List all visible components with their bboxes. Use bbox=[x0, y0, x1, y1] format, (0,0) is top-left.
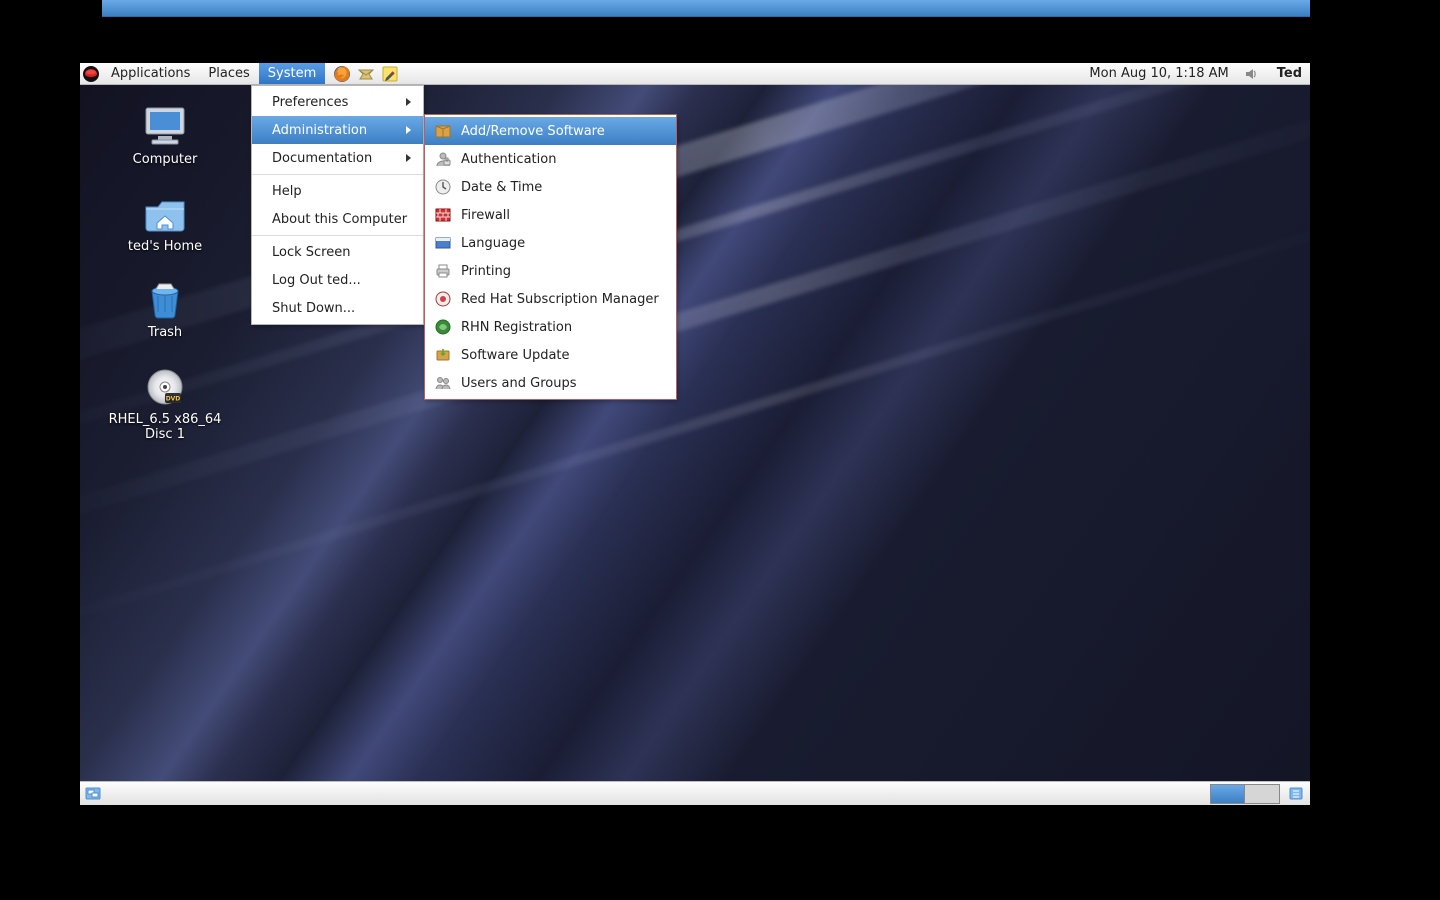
admin-language[interactable]: Language bbox=[425, 229, 676, 257]
desktop-icon-computer[interactable]: Computer bbox=[100, 105, 230, 168]
system-menu-help[interactable]: Help bbox=[252, 177, 423, 205]
distro-logo-icon[interactable] bbox=[80, 63, 102, 84]
rhn-icon bbox=[433, 317, 453, 337]
admin-date-time[interactable]: Date & Time bbox=[425, 173, 676, 201]
user-menu[interactable]: Ted bbox=[1271, 66, 1302, 81]
admin-rhn-registration[interactable]: RHN Registration bbox=[425, 313, 676, 341]
clock[interactable]: Mon Aug 10, 1:18 AM bbox=[1085, 66, 1232, 81]
menu-item-label: About this Computer bbox=[272, 212, 407, 227]
menu-item-label: Preferences bbox=[272, 95, 348, 110]
menu-system[interactable]: System bbox=[259, 63, 325, 84]
firewall-icon bbox=[433, 205, 453, 225]
admin-printing[interactable]: Printing bbox=[425, 257, 676, 285]
browser-titlebar-remnant bbox=[102, 0, 1310, 17]
clock-icon bbox=[433, 177, 453, 197]
top-panel-right: Mon Aug 10, 1:18 AM Ted bbox=[1085, 63, 1310, 84]
system-menu-preferences[interactable]: Preferences bbox=[252, 88, 423, 116]
desktop-icons: Computer ted's Home bbox=[100, 105, 230, 467]
chevron-right-icon bbox=[405, 97, 413, 107]
volume-icon[interactable] bbox=[1243, 65, 1261, 83]
system-menu-dropdown: Preferences Administration Documentation bbox=[251, 85, 424, 325]
bottom-panel bbox=[80, 781, 1310, 805]
top-panel: Applications Places System bbox=[80, 63, 1310, 85]
menu-item-label: Shut Down... bbox=[272, 301, 355, 316]
desktop-icon-label: RHEL_6.5 x86_64 Disc 1 bbox=[100, 412, 230, 443]
desktop-icon-label: Computer bbox=[133, 152, 198, 168]
system-menu-logout[interactable]: Log Out ted... bbox=[252, 266, 423, 294]
chevron-right-icon bbox=[405, 153, 413, 163]
menu-separator bbox=[252, 174, 423, 175]
system-menu-lock-screen[interactable]: Lock Screen bbox=[252, 238, 423, 266]
home-folder-icon bbox=[141, 192, 189, 236]
desktop-icon-label: ted's Home bbox=[128, 239, 202, 255]
software-update-icon bbox=[433, 345, 453, 365]
menu-item-label: Lock Screen bbox=[272, 245, 350, 260]
dvd-disc-icon: DVD bbox=[141, 365, 189, 409]
desktop-icon-trash[interactable]: Trash bbox=[100, 278, 230, 341]
notes-icon[interactable] bbox=[381, 65, 399, 83]
menu-item-label: Help bbox=[272, 184, 302, 199]
system-menu-documentation[interactable]: Documentation bbox=[252, 144, 423, 172]
svg-text:DVD: DVD bbox=[166, 395, 181, 402]
desktop-icon-dvd[interactable]: DVD RHEL_6.5 x86_64 Disc 1 bbox=[100, 365, 230, 443]
firefox-icon[interactable] bbox=[333, 65, 351, 83]
admin-subscription-manager[interactable]: Red Hat Subscription Manager bbox=[425, 285, 676, 313]
administration-submenu: Add/Remove Software Authentication Date … bbox=[424, 114, 677, 400]
top-panel-left: Applications Places System bbox=[80, 63, 407, 84]
package-icon bbox=[433, 121, 453, 141]
menu-item-label: Users and Groups bbox=[461, 376, 576, 391]
menu-item-label: Log Out ted... bbox=[272, 273, 361, 288]
menu-separator bbox=[252, 235, 423, 236]
menu-item-label: Red Hat Subscription Manager bbox=[461, 292, 659, 307]
menu-item-label: RHN Registration bbox=[461, 320, 572, 335]
show-desktop-button[interactable] bbox=[82, 783, 104, 805]
admin-authentication[interactable]: Authentication bbox=[425, 145, 676, 173]
email-icon[interactable] bbox=[357, 65, 375, 83]
outer-black-background: Applications Places System bbox=[0, 0, 1440, 900]
system-menu-administration[interactable]: Administration bbox=[252, 116, 423, 144]
printer-icon bbox=[433, 261, 453, 281]
menu-item-label: Add/Remove Software bbox=[461, 124, 605, 139]
workspace-1[interactable] bbox=[1211, 785, 1245, 803]
desktop-icon-label: Trash bbox=[148, 325, 182, 341]
menu-item-label: Documentation bbox=[272, 151, 372, 166]
trash-icon bbox=[141, 278, 189, 322]
menu-item-label: Language bbox=[461, 236, 525, 251]
workspace-switcher bbox=[1210, 784, 1280, 804]
admin-users-groups[interactable]: Users and Groups bbox=[425, 369, 676, 397]
menu-item-label: Administration bbox=[272, 123, 367, 138]
menu-item-label: Firewall bbox=[461, 208, 510, 223]
menu-item-label: Printing bbox=[461, 264, 511, 279]
menu-item-label: Date & Time bbox=[461, 180, 542, 195]
menu-applications[interactable]: Applications bbox=[102, 63, 199, 84]
admin-software-update[interactable]: Software Update bbox=[425, 341, 676, 369]
workspace-2[interactable] bbox=[1245, 785, 1279, 803]
computer-icon bbox=[141, 105, 189, 149]
trash-applet-icon[interactable] bbox=[1288, 785, 1306, 803]
language-icon bbox=[433, 233, 453, 253]
launcher-icons bbox=[325, 63, 407, 84]
chevron-right-icon bbox=[405, 125, 413, 135]
menu-places[interactable]: Places bbox=[199, 63, 258, 84]
system-menu-about[interactable]: About this Computer bbox=[252, 205, 423, 233]
menu-item-label: Authentication bbox=[461, 152, 556, 167]
subscription-icon bbox=[433, 289, 453, 309]
admin-add-remove-software[interactable]: Add/Remove Software bbox=[425, 117, 676, 145]
admin-firewall[interactable]: Firewall bbox=[425, 201, 676, 229]
authentication-icon bbox=[433, 149, 453, 169]
system-menu-shutdown[interactable]: Shut Down... bbox=[252, 294, 423, 322]
menu-item-label: Software Update bbox=[461, 348, 570, 363]
desktop-frame: Applications Places System bbox=[80, 63, 1310, 805]
users-groups-icon bbox=[433, 373, 453, 393]
desktop-icon-home[interactable]: ted's Home bbox=[100, 192, 230, 255]
